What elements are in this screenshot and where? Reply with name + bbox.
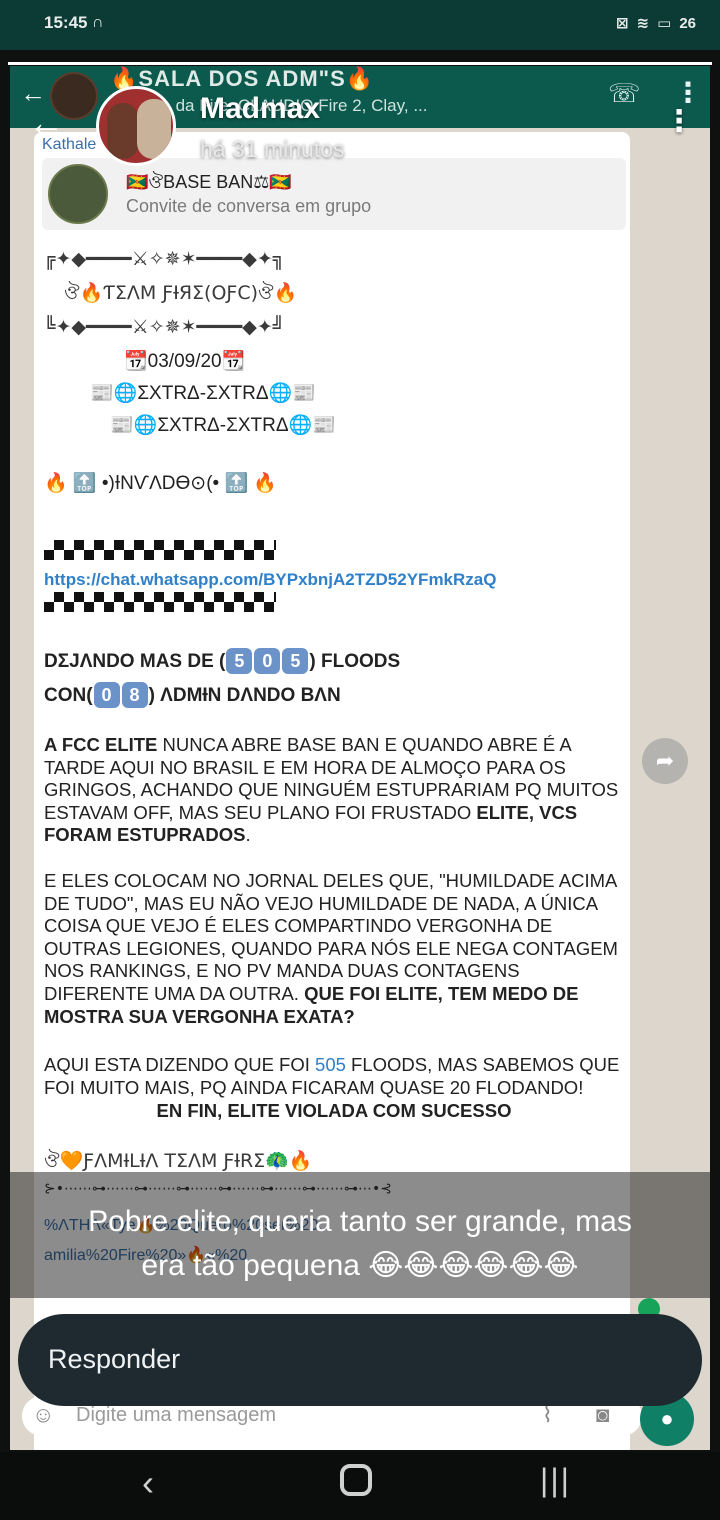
emoji-icon[interactable]: ☺ [32, 1402, 54, 1428]
status-bar: 15:45 ∩ ⊠ ≋ ▭ 26 [0, 0, 720, 50]
digit-badge: 5 [226, 648, 253, 674]
p1-bold: A FCC ELITE [44, 734, 158, 755]
footer-signature: ঔ🧡ƑΛMƗLƗΛ TΣΛM ƑƗRΣ🦚🔥 [44, 1150, 313, 1172]
team-name: ঔ🔥ƬΣΛM ƑƗЯΣ(ΟƑC)ঔ🔥 [64, 282, 298, 304]
digit-badge: 0 [93, 682, 120, 708]
story-progress-track [8, 62, 712, 65]
add-call-icon: ☏ [608, 78, 641, 108]
nav-back-icon[interactable]: ‹ [142, 1462, 154, 1504]
story-back-arrow-icon[interactable]: ← [28, 102, 64, 144]
sim-icon: ⊠ [615, 15, 629, 32]
p1-end: . [245, 824, 251, 846]
avatar-figure-right [137, 99, 171, 159]
paragraph-1: A FCC ELITE NUNCA ABRE BASE BAN E QUANDO… [44, 734, 624, 847]
checker-decor-top [44, 540, 276, 560]
reply-label: Responder [48, 1344, 181, 1374]
message-input[interactable]: Digite uma mensagem [76, 1404, 276, 1427]
nav-home-icon[interactable] [340, 1464, 372, 1496]
system-nav-bar: ‹ ||| [0, 1452, 720, 1520]
status-time: 15:45 [44, 13, 88, 32]
avatar-figure-left [107, 103, 139, 159]
caption-line-2: era tão pequena 😂😂😂😂😂😂 [141, 1249, 579, 1282]
story-caption: Pobre elite, queria tanto ser grande, ma… [10, 1200, 710, 1288]
extra-line-2: 📰🌐ΣXTRΔ-ΣXTRΔ🌐📰 [110, 415, 336, 436]
story-timestamp: há 31 minutos [200, 136, 345, 162]
story-poster-name[interactable]: Madmax [200, 92, 320, 126]
invite-subtitle: Convite de conversa em grupo [126, 196, 372, 216]
story-more-vert-icon[interactable]: ⋮ [664, 104, 694, 139]
decor-line-top: ╔✦◆━━━━⚔✧✵✶━━━━◆✦╗ [44, 248, 285, 270]
floods-prefix: DΣJΛNDO MAS DE ( [44, 651, 226, 672]
p3-a: AQUI ESTA DIZENDO QUE FOI [44, 1054, 316, 1075]
group-invite-card: 🇬🇩ঔBASE BAN⚖🇬🇩 Convite de conversa em gr… [42, 158, 626, 230]
status-icons: ⊠ ≋ ▭ 26 [615, 14, 696, 33]
checker-decor-bottom [44, 592, 276, 612]
floods-line: DΣJΛNDO MAS DE (5 0 5) FLOODS [44, 648, 400, 674]
story-caption-box: Pobre elite, queria tanto ser grande, ma… [10, 1172, 710, 1298]
reply-bar[interactable]: Responder [18, 1314, 702, 1406]
invite-avatar [48, 164, 108, 224]
invite-title: 🇬🇩ঔBASE BAN⚖🇬🇩 [126, 172, 292, 192]
paragraph-3: AQUI ESTA DIZENDO QUE FOI 505 FLOODS, MA… [44, 1054, 624, 1099]
decor-line-bottom: ╚✦◆━━━━⚔✧✵✶━━━━◆✦╝ [44, 316, 285, 338]
digit-badge: 0 [254, 648, 281, 674]
adm-prefix: CON( [44, 685, 93, 706]
caption-line-1: Pobre elite, queria tanto ser grande, ma… [88, 1205, 632, 1238]
headphones-icon: ∩ [92, 14, 104, 31]
story-progress-fill [8, 62, 712, 65]
digit-badge: 8 [121, 682, 148, 708]
battery-icon: ▭ [657, 15, 672, 32]
paragraph-2: E ELES COLOCAM NO JORNAL DELES QUE, "HUM… [44, 870, 624, 1028]
forward-icon[interactable]: ➦ [642, 738, 688, 784]
invite-link[interactable]: https://chat.whatsapp.com/BYPxbnjA2TZD52… [44, 568, 496, 591]
story-avatar[interactable] [96, 86, 176, 166]
date-line: 📆03/09/20📆 [124, 351, 246, 372]
floods-suffix: ) FLOODS [309, 651, 401, 672]
digit-badge: 5 [282, 648, 309, 674]
p3-number: 505 [315, 1054, 346, 1075]
invaded-line: 🔥 🔝 •)ƗNѴΛDƟ⊙(• 🔝 🔥 [44, 473, 278, 494]
wifi-icon: ≋ [636, 15, 650, 32]
adm-suffix: ) ΛDMƗN DΛNDO BΛN [148, 685, 341, 706]
adm-line: CON(0 8) ΛDMƗN DΛNDO BΛN [44, 682, 341, 708]
battery-level: 26 [679, 14, 696, 32]
extra-line-1: 📰🌐ΣXTRΔ-ΣXTRΔ🌐📰 [90, 383, 316, 404]
paragraph-3-closing: EN FIN, ELITE VIOLADA COM SUCESSO [156, 1100, 512, 1121]
nav-recents-icon[interactable]: ||| [540, 1462, 571, 1499]
